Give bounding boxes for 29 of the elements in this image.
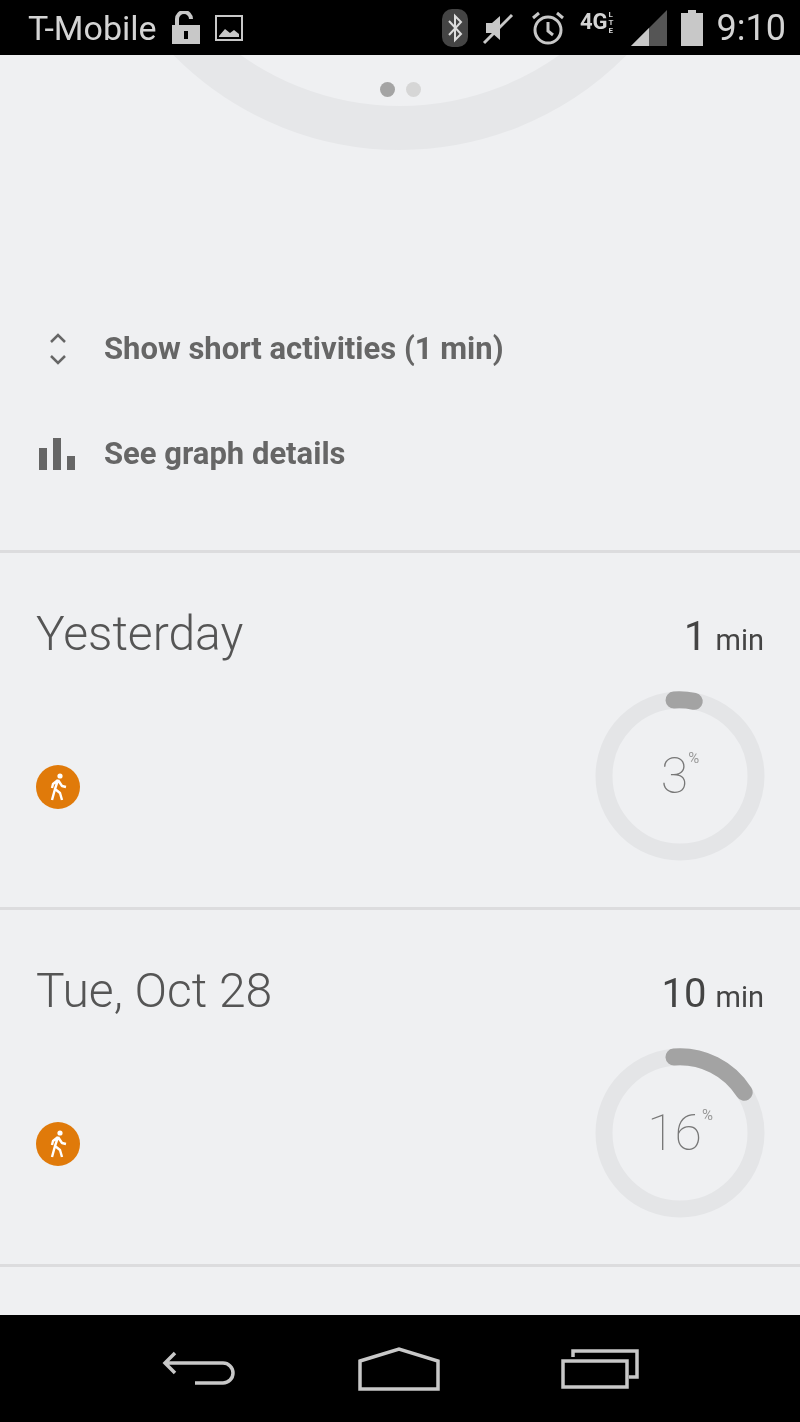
percent-sign: % <box>701 1106 713 1124</box>
page-indicator-dot[interactable] <box>379 82 395 97</box>
carrier-name: T-Mobile <box>28 7 157 48</box>
duration-unit: min <box>715 623 764 657</box>
progress-arc <box>665 691 703 710</box>
expand-collapse-icon <box>49 332 67 365</box>
unlocked-padlock-icon <box>170 10 201 45</box>
day-title: Yesterday <box>36 605 245 662</box>
duration-unit: min <box>715 980 764 1014</box>
graph-details-link[interactable]: See graph details <box>38 435 800 472</box>
percent-value: 16 <box>647 1104 702 1162</box>
image-icon <box>214 14 243 41</box>
duration-value: 1 <box>684 613 707 660</box>
network-subtype: LTE <box>608 10 615 35</box>
battery-icon <box>680 9 703 46</box>
clock-time: 9:10 <box>716 6 786 49</box>
page-indicator-dot[interactable] <box>405 82 421 97</box>
duration-value: 10 <box>661 970 707 1017</box>
walking-icon <box>36 765 80 809</box>
walking-icon <box>36 1122 80 1166</box>
bluetooth-icon <box>441 8 468 47</box>
percent-value: 3 <box>660 747 689 805</box>
bar-chart-icon <box>39 437 77 470</box>
percent-sign: % <box>688 749 700 767</box>
network-type: 4G <box>579 8 608 34</box>
signal-icon <box>630 9 667 46</box>
day-title: Tue, Oct 28 <box>36 962 274 1019</box>
short-activities-toggle[interactable]: Show short activities (1 min) <box>38 330 800 367</box>
alarm-clock-icon <box>529 9 566 46</box>
